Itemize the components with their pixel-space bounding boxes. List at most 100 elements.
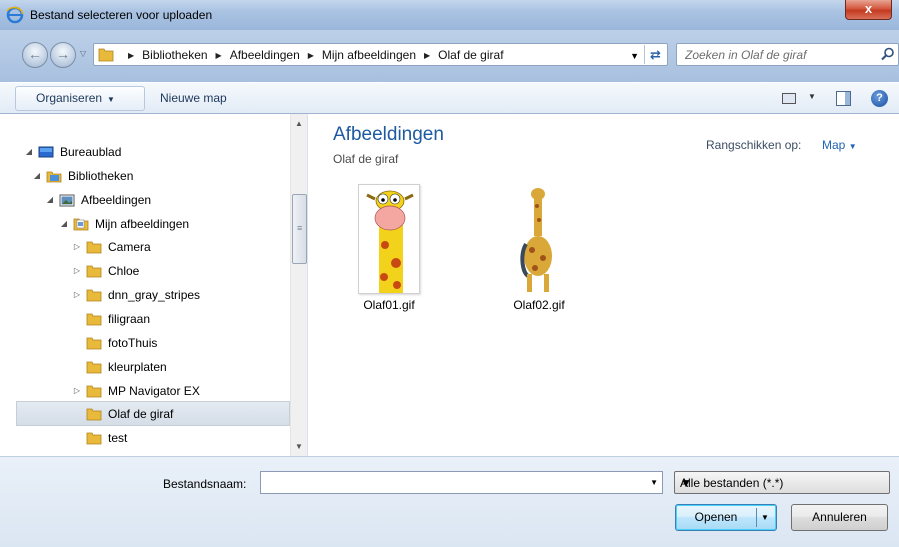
address-bar[interactable]: ▶ Bibliotheken ▶ Afbeeldingen ▶ Mijn afb… (93, 43, 668, 66)
tree-item-label: Bibliotheken (68, 169, 134, 183)
chevron-right-icon[interactable]: ▶ (128, 51, 134, 60)
tree-item-label: Mijn afbeeldingen (95, 217, 190, 231)
tree-item-label: MP Navigator EX (108, 384, 200, 398)
recent-locations-dropdown[interactable]: ▽ (80, 49, 86, 58)
bottom-bar: Bestandsnaam: ▼ Alle bestanden (*.*) ▼ O… (0, 456, 899, 547)
open-options-dropdown-icon[interactable]: ▼ (761, 505, 769, 530)
tree-item-dnn-gray-stripes[interactable]: ▷ dnn_gray_stripes (72, 283, 284, 307)
tree-item-camera[interactable]: ▷ Camera (72, 235, 284, 259)
filename-combobox: ▼ (260, 471, 663, 494)
open-button-label: Openen (694, 510, 738, 524)
address-row: ← → ▽ ▶ Bibliotheken ▶ Afbeeldingen ▶ Mi… (0, 30, 899, 82)
preview-pane-icon[interactable] (836, 91, 851, 106)
expanded-arrow-icon[interactable]: ◢ (45, 188, 55, 212)
pictures-library-icon (59, 194, 75, 207)
folder-icon (86, 408, 102, 421)
tree-item-label: filigraan (108, 312, 151, 326)
chevron-down-icon: ▼ (680, 476, 692, 490)
tree-item-chloe[interactable]: ▷ Chloe (72, 259, 284, 283)
file-list-pane: Afbeeldingen Olaf de giraf Rangschikken … (308, 114, 899, 456)
collapsed-arrow-icon[interactable]: ▷ (72, 379, 82, 403)
open-button[interactable]: Openen ▼ (675, 504, 777, 531)
tree-item-bibliotheken[interactable]: ◢ Bibliotheken (32, 164, 284, 188)
chevron-right-icon[interactable]: ▶ (216, 51, 222, 60)
arrow-left-icon: ← (28, 46, 42, 62)
scrollbar-thumb[interactable]: ≡ (292, 194, 307, 264)
scroll-up-icon[interactable]: ▲ (291, 116, 307, 132)
tree-item-mp-navigator-ex[interactable]: ▷ MP Navigator EX (72, 379, 284, 403)
expanded-arrow-icon[interactable]: ◢ (59, 212, 69, 236)
arrange-by-label: Rangschikken op: (706, 138, 802, 152)
folder-icon (86, 385, 102, 398)
file-item[interactable]: Olaf01.gif (344, 184, 434, 312)
command-toolbar: Organiseren ▼ Nieuwe map ▼ ? (0, 82, 899, 114)
arrange-by-dropdown[interactable]: Map ▼ (822, 138, 857, 152)
file-type-select[interactable]: Alle bestanden (*.*) ▼ (674, 471, 890, 494)
navigation-scrollbar[interactable]: ▲ ≡ ▼ (290, 114, 307, 456)
search-icon[interactable] (881, 47, 895, 61)
tree-item-filigraan[interactable]: filigraan (72, 307, 284, 331)
library-subtitle: Olaf de giraf (333, 152, 399, 166)
view-dropdown-icon[interactable]: ▼ (808, 92, 816, 101)
grip-icon: ≡ (297, 223, 303, 233)
folder-icon (98, 48, 114, 62)
expanded-arrow-icon[interactable]: ◢ (32, 164, 42, 188)
forward-button[interactable]: → (50, 42, 76, 68)
chevron-right-icon[interactable]: ▶ (308, 51, 314, 60)
collapsed-arrow-icon[interactable]: ▷ (72, 259, 82, 283)
arrange-by-value: Map (822, 138, 846, 152)
tree-item-fotothuis[interactable]: fotoThuis (72, 331, 284, 355)
view-mode-icon[interactable] (782, 93, 796, 104)
tree-item-test[interactable]: test (72, 426, 284, 450)
tree-item-bureaublad[interactable]: ◢ Bureaublad (24, 140, 284, 164)
address-dropdown-icon[interactable]: ▼ (630, 51, 639, 61)
tree-item-mijn-afbeeldingen[interactable]: ◢ Mijn afbeeldingen (59, 212, 284, 236)
help-icon[interactable]: ? (871, 90, 888, 107)
back-button[interactable]: ← (22, 42, 48, 68)
folder-icon (86, 337, 102, 350)
cancel-button[interactable]: Annuleren (791, 504, 888, 531)
folder-icon (86, 289, 102, 302)
search-input[interactable] (677, 44, 867, 65)
filename-label: Bestandsnaam: (163, 477, 247, 491)
refresh-button[interactable]: ⇄ (644, 45, 666, 64)
organize-label: Organiseren (36, 91, 103, 105)
tree-item-olaf-de-giraf[interactable]: Olaf de giraf (16, 401, 290, 426)
tree-item-label: kleurplaten (108, 360, 167, 374)
collapsed-arrow-icon[interactable]: ▷ (72, 283, 82, 307)
expanded-arrow-icon[interactable]: ◢ (24, 140, 34, 164)
folder-icon (86, 241, 102, 254)
organize-button[interactable]: Organiseren ▼ (15, 86, 145, 111)
breadcrumb-item[interactable]: Afbeeldingen (230, 48, 300, 62)
split-divider (756, 508, 757, 527)
tree-item-label: Afbeeldingen (81, 193, 152, 207)
chevron-down-icon: ▼ (848, 142, 857, 151)
tree-item-label: fotoThuis (108, 336, 158, 350)
file-name: Olaf02.gif (513, 298, 565, 312)
folder-doc-icon (73, 218, 89, 231)
filename-input[interactable] (261, 472, 641, 493)
library-icon (46, 171, 62, 183)
tree-item-kleurplaten[interactable]: kleurplaten (72, 355, 284, 379)
close-button[interactable]: x (845, 0, 892, 20)
tree-item-label: Camera (108, 240, 151, 254)
folder-icon (86, 361, 102, 374)
new-folder-button[interactable]: Nieuwe map (160, 83, 227, 114)
breadcrumb-item[interactable]: Mijn afbeeldingen (322, 48, 416, 62)
tree-item-afbeeldingen[interactable]: ◢ Afbeeldingen (45, 188, 284, 212)
title-bar: Bestand selecteren voor uploaden x (0, 0, 899, 30)
breadcrumb-item[interactable]: Olaf de giraf (438, 48, 503, 62)
filename-dropdown-icon[interactable]: ▼ (650, 478, 658, 487)
desktop-icon (38, 146, 54, 158)
navigation-pane: ◢ Bureaublad ◢ Bibliotheken ◢ Afbeelding… (0, 114, 308, 456)
arrow-right-icon: → (56, 46, 70, 62)
giraffe-standing-thumbnail (518, 184, 560, 294)
collapsed-arrow-icon[interactable]: ▷ (72, 235, 82, 259)
file-name: Olaf01.gif (363, 298, 415, 312)
chevron-right-icon[interactable]: ▶ (424, 51, 430, 60)
library-title: Afbeeldingen (333, 124, 444, 145)
scroll-down-icon[interactable]: ▼ (291, 439, 307, 455)
tree-item-label: Olaf de giraf (108, 407, 174, 421)
breadcrumb-item[interactable]: Bibliotheken (142, 48, 207, 62)
file-item[interactable]: Olaf02.gif (494, 184, 584, 312)
